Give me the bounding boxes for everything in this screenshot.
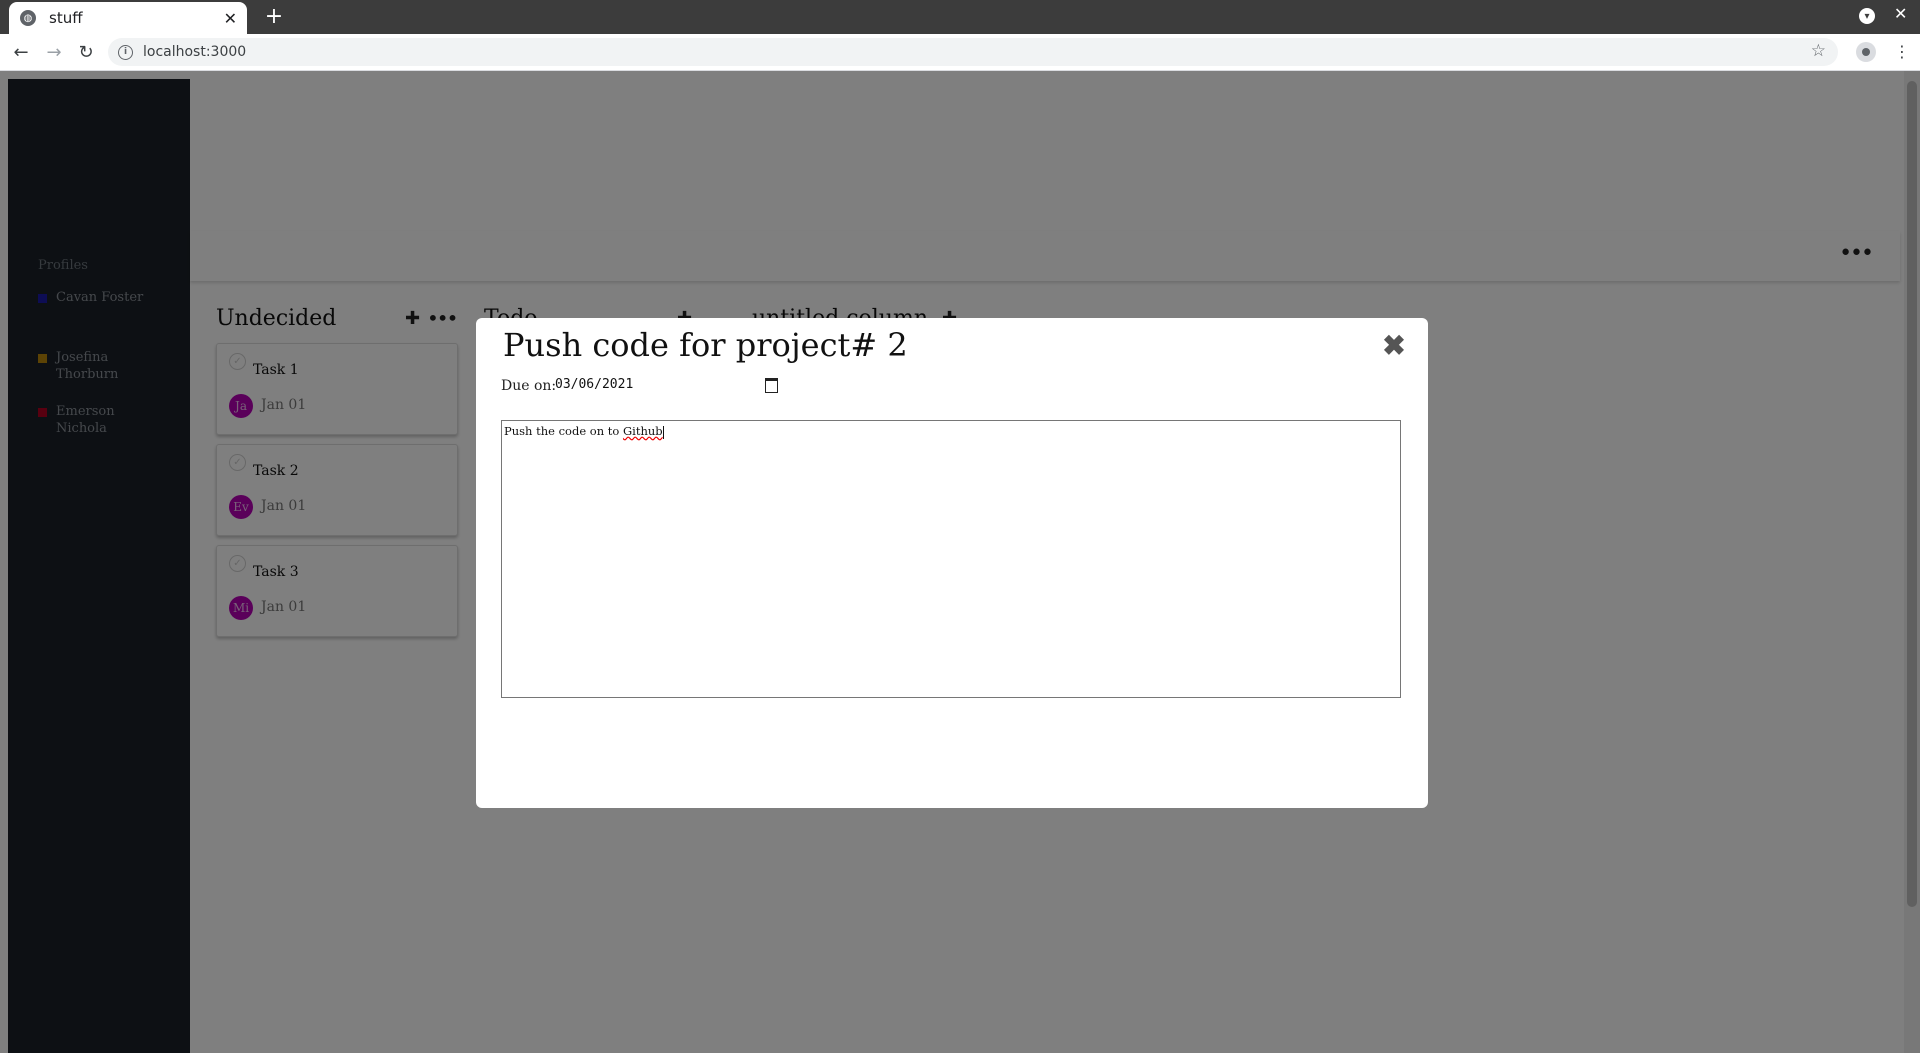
reload-icon[interactable]: ↻	[74, 40, 98, 64]
description-misspelled-word: Github	[622, 424, 663, 438]
calendar-icon[interactable]	[765, 378, 778, 393]
star-icon[interactable]: ☆	[1811, 41, 1826, 61]
info-icon[interactable]: i	[118, 44, 133, 60]
due-date-input[interactable]: 03/06/2021	[555, 373, 778, 395]
browser-toolbar: ← → ↻ i localhost:3000 ☆ ⋮	[0, 34, 1920, 71]
forward-icon[interactable]: →	[42, 40, 66, 64]
description-textarea[interactable]: Push the code on to Github	[501, 420, 1401, 698]
back-icon[interactable]: ←	[9, 40, 33, 64]
modal-title[interactable]: Push code for project# 2	[503, 326, 908, 364]
window-close-icon[interactable]: ✕	[1894, 4, 1907, 23]
description-text: Push the code on to	[504, 424, 623, 438]
url-text[interactable]: localhost:3000	[143, 44, 246, 60]
tab-search-icon[interactable]: ▾	[1859, 8, 1875, 24]
browser-tab[interactable]: ◍ stuff ✕	[9, 2, 247, 34]
tab-title: stuff	[49, 9, 83, 27]
address-bar[interactable]: i localhost:3000 ☆	[108, 38, 1838, 66]
text-caret	[662, 425, 664, 439]
profile-icon[interactable]	[1856, 42, 1876, 62]
due-date-value: 03/06/2021	[555, 376, 634, 392]
globe-icon: ◍	[20, 10, 36, 26]
new-tab-button[interactable]: +	[260, 2, 288, 30]
browser-tab-strip: ◍ stuff ✕ + ▾ ✕	[0, 0, 1920, 34]
due-date-label: Due on:	[501, 378, 557, 394]
close-tab-icon[interactable]: ✕	[224, 9, 237, 28]
close-modal-icon[interactable]: ✖	[1380, 332, 1408, 360]
kebab-menu-icon[interactable]: ⋮	[1894, 42, 1910, 61]
page-content: Profiles Cavan Foster JosefinaThorburn E…	[0, 71, 1920, 1053]
task-detail-modal: Push code for project# 2 ✖ Due on: 03/06…	[476, 318, 1428, 808]
